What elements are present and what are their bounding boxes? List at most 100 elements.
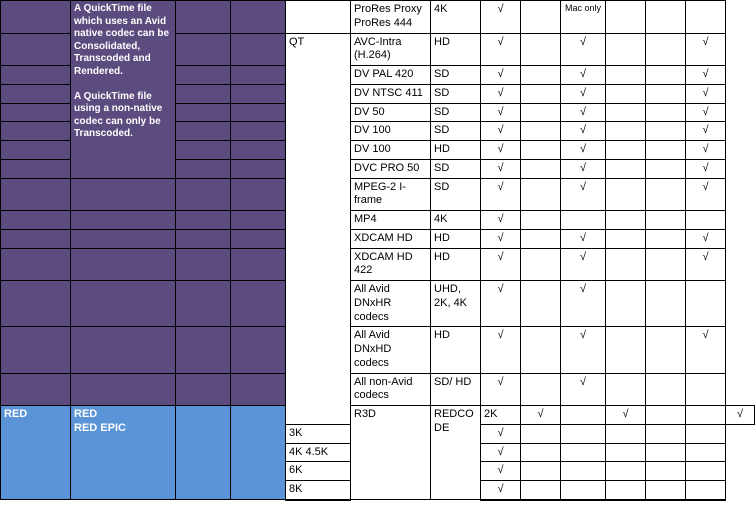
cell-empty: [176, 33, 231, 66]
cell-codec: MPEG-2 I-frame: [351, 178, 431, 211]
cell-empty: [686, 373, 726, 406]
cell-check: √: [521, 406, 561, 425]
cell-empty: [231, 327, 286, 373]
cell-empty: [71, 211, 176, 230]
cell-check: √: [561, 141, 606, 160]
cell-res: 4K 4.5K: [286, 443, 351, 462]
cell-empty: [231, 406, 286, 500]
cell-vendor: [1, 229, 71, 248]
cell-empty: [521, 373, 561, 406]
cell-empty: [521, 84, 561, 103]
cell-vendor: [1, 84, 71, 103]
cell-empty: [686, 1, 726, 34]
cell-empty: [176, 1, 231, 34]
cell-note: A QuickTime file which uses an Avid nati…: [71, 1, 176, 179]
cell-empty: [521, 229, 561, 248]
cell-res: HD: [431, 248, 481, 281]
cell-res: SD: [431, 178, 481, 211]
cell-empty: [646, 178, 686, 211]
cell-empty: [646, 424, 686, 443]
cell-vendor: [1, 141, 71, 160]
cell-empty: [231, 84, 286, 103]
cell-empty: [646, 248, 686, 281]
cell-empty: [521, 33, 561, 66]
cell-empty: [176, 178, 231, 211]
cell-empty: [606, 178, 646, 211]
cell-empty: [646, 406, 686, 425]
cell-codec: DV NTSC 411: [351, 84, 431, 103]
cell-empty: [521, 122, 561, 141]
cell-check: √: [686, 327, 726, 373]
cell-empty: [176, 406, 231, 500]
cell-empty: [521, 141, 561, 160]
cell-codec: MP4: [351, 211, 431, 230]
cell-empty: [71, 327, 176, 373]
cell-empty: [231, 141, 286, 160]
cell-check: √: [686, 178, 726, 211]
cell-empty: [176, 211, 231, 230]
cell-check: √: [686, 229, 726, 248]
cell-check: √: [481, 424, 521, 443]
cell-empty: [176, 281, 231, 327]
cell-vendor: [1, 327, 71, 373]
cell-check: √: [606, 406, 646, 425]
cell-res: SD: [431, 84, 481, 103]
cell-codec: ProRes Proxy ProRes 444: [351, 1, 431, 34]
cell-vendor: RED: [1, 406, 71, 500]
cell-res: 4K: [431, 1, 481, 34]
cell-check: √: [481, 103, 521, 122]
cell-empty: [561, 481, 606, 500]
cell-check: √: [561, 33, 606, 66]
cell-vendor: [1, 373, 71, 406]
cell-codec: DVC PRO 50: [351, 159, 431, 178]
cell-check: √: [481, 248, 521, 281]
cell-empty: [606, 66, 646, 85]
cell-codec: AVC-Intra (H.264): [351, 33, 431, 66]
cell-empty: [231, 66, 286, 85]
cell-check: √: [481, 373, 521, 406]
cell-codec: XDCAM HD 422: [351, 248, 431, 281]
cell-vendor: [1, 159, 71, 178]
cell-empty: [606, 211, 646, 230]
cell-empty: [686, 443, 726, 462]
cell-empty: [521, 66, 561, 85]
cell-empty: [71, 281, 176, 327]
cell-check: √: [686, 122, 726, 141]
cell-empty: [646, 462, 686, 481]
cell-res: 2K: [481, 406, 521, 425]
codec-support-table: A QuickTime file which uses an Avid nati…: [0, 0, 755, 501]
cell-empty: [521, 178, 561, 211]
cell-codec: REDCODE: [431, 406, 481, 500]
cell-wrapper: QT: [286, 33, 351, 424]
cell-empty: [646, 443, 686, 462]
cell-empty: [646, 84, 686, 103]
cell-check: √: [481, 66, 521, 85]
cell-res: 8K: [286, 481, 351, 500]
cell-check: √: [686, 33, 726, 66]
cell-check: √: [481, 443, 521, 462]
cell-empty: [646, 481, 686, 500]
cell-empty: [606, 373, 646, 406]
cell-empty: [231, 178, 286, 211]
cell-empty: [561, 424, 606, 443]
cell-empty: [606, 481, 646, 500]
cell-empty: [71, 178, 176, 211]
cell-empty: [71, 248, 176, 281]
cell-check: √: [561, 281, 606, 327]
table-row: RED RED RED EPIC R3D REDCODE 2K √ √ √: [1, 406, 755, 425]
table-row: All non-Avid codecs SD/ HD √ √: [1, 373, 755, 406]
cell-res: SD: [431, 66, 481, 85]
cell-check: √: [561, 327, 606, 373]
cell-vendor: [1, 281, 71, 327]
cell-empty: [231, 248, 286, 281]
cell-vendor: [1, 178, 71, 211]
cell-vendor: [1, 122, 71, 141]
cell-camera: RED RED EPIC: [71, 406, 176, 500]
cell-codec: XDCAM HD: [351, 229, 431, 248]
table-row: MPEG-2 I-frame SD √ √ √: [1, 178, 755, 211]
cell-empty: [231, 211, 286, 230]
cell-res: 6K: [286, 462, 351, 481]
cell-empty: [646, 122, 686, 141]
cell-empty: [521, 481, 561, 500]
cell-empty: [231, 229, 286, 248]
